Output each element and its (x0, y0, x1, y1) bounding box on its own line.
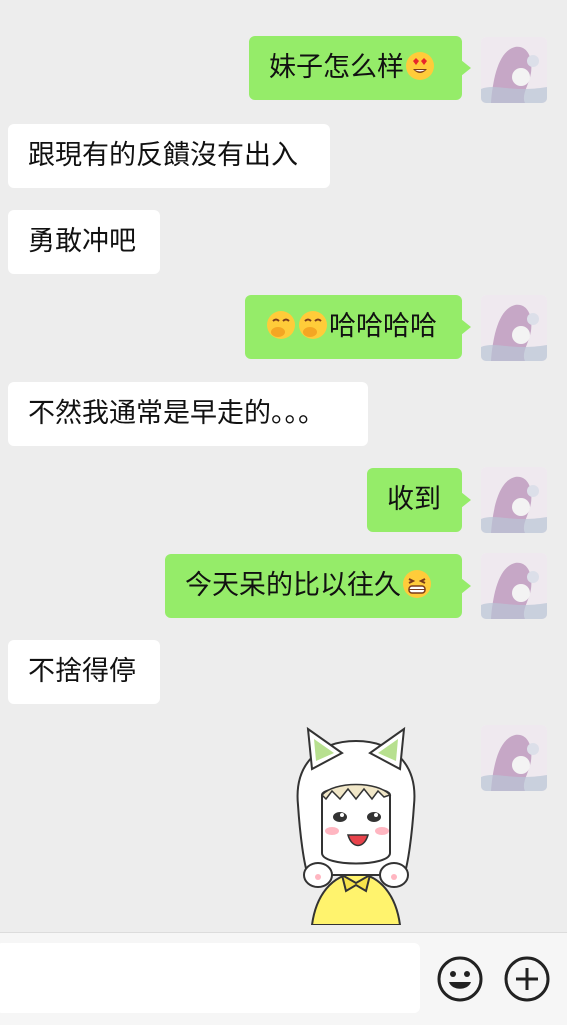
message-bubble-incoming[interactable]: 跟現有的反饋沒有出入 (8, 124, 330, 188)
message-text: 不然我通常是早走的。。。 (28, 398, 325, 429)
message-bubble-outgoing[interactable]: 收到 (367, 468, 471, 532)
covering-mouth-emoji-icon (267, 311, 295, 339)
message-text: 妹子怎么样 (269, 52, 404, 83)
grimacing-emoji-icon (403, 570, 431, 598)
user-avatar[interactable] (481, 295, 547, 361)
user-avatar[interactable] (481, 725, 547, 791)
user-avatar[interactable] (481, 553, 547, 619)
emoji-icon[interactable] (436, 955, 484, 1003)
message-text: 今天呆的比以往久 (185, 570, 401, 601)
input-bar (0, 932, 567, 1025)
message-text: 不捨得停 (28, 656, 136, 687)
message-bubble-outgoing[interactable]: 哈哈哈哈 (245, 295, 471, 359)
message-bubble-incoming[interactable]: 不然我通常是早走的。。。 (8, 382, 368, 446)
message-bubble-outgoing[interactable]: 妹子怎么样 (249, 36, 471, 100)
cat-girl-sticker[interactable] (282, 725, 430, 926)
message-input[interactable] (0, 943, 420, 1013)
user-avatar[interactable] (481, 467, 547, 533)
message-text: 哈哈哈哈 (329, 311, 437, 342)
message-text: 跟現有的反饋沒有出入 (28, 140, 298, 171)
message-text: 收到 (387, 484, 441, 515)
covering-mouth-emoji-icon (299, 311, 327, 339)
message-bubble-incoming[interactable]: 不捨得停 (8, 640, 160, 704)
chat-screen: 妹子怎么样 跟現有的反饋沒有出入 勇敢冲吧 哈哈哈哈 不然我通常是早走的。。。 (0, 0, 567, 1025)
heart-eyes-emoji-icon (406, 52, 434, 80)
message-bubble-outgoing[interactable]: 今天呆的比以往久 (165, 554, 471, 618)
user-avatar[interactable] (481, 37, 547, 103)
message-bubble-incoming[interactable]: 勇敢冲吧 (8, 210, 160, 274)
plus-icon[interactable] (503, 955, 551, 1003)
message-text: 勇敢冲吧 (28, 226, 136, 257)
